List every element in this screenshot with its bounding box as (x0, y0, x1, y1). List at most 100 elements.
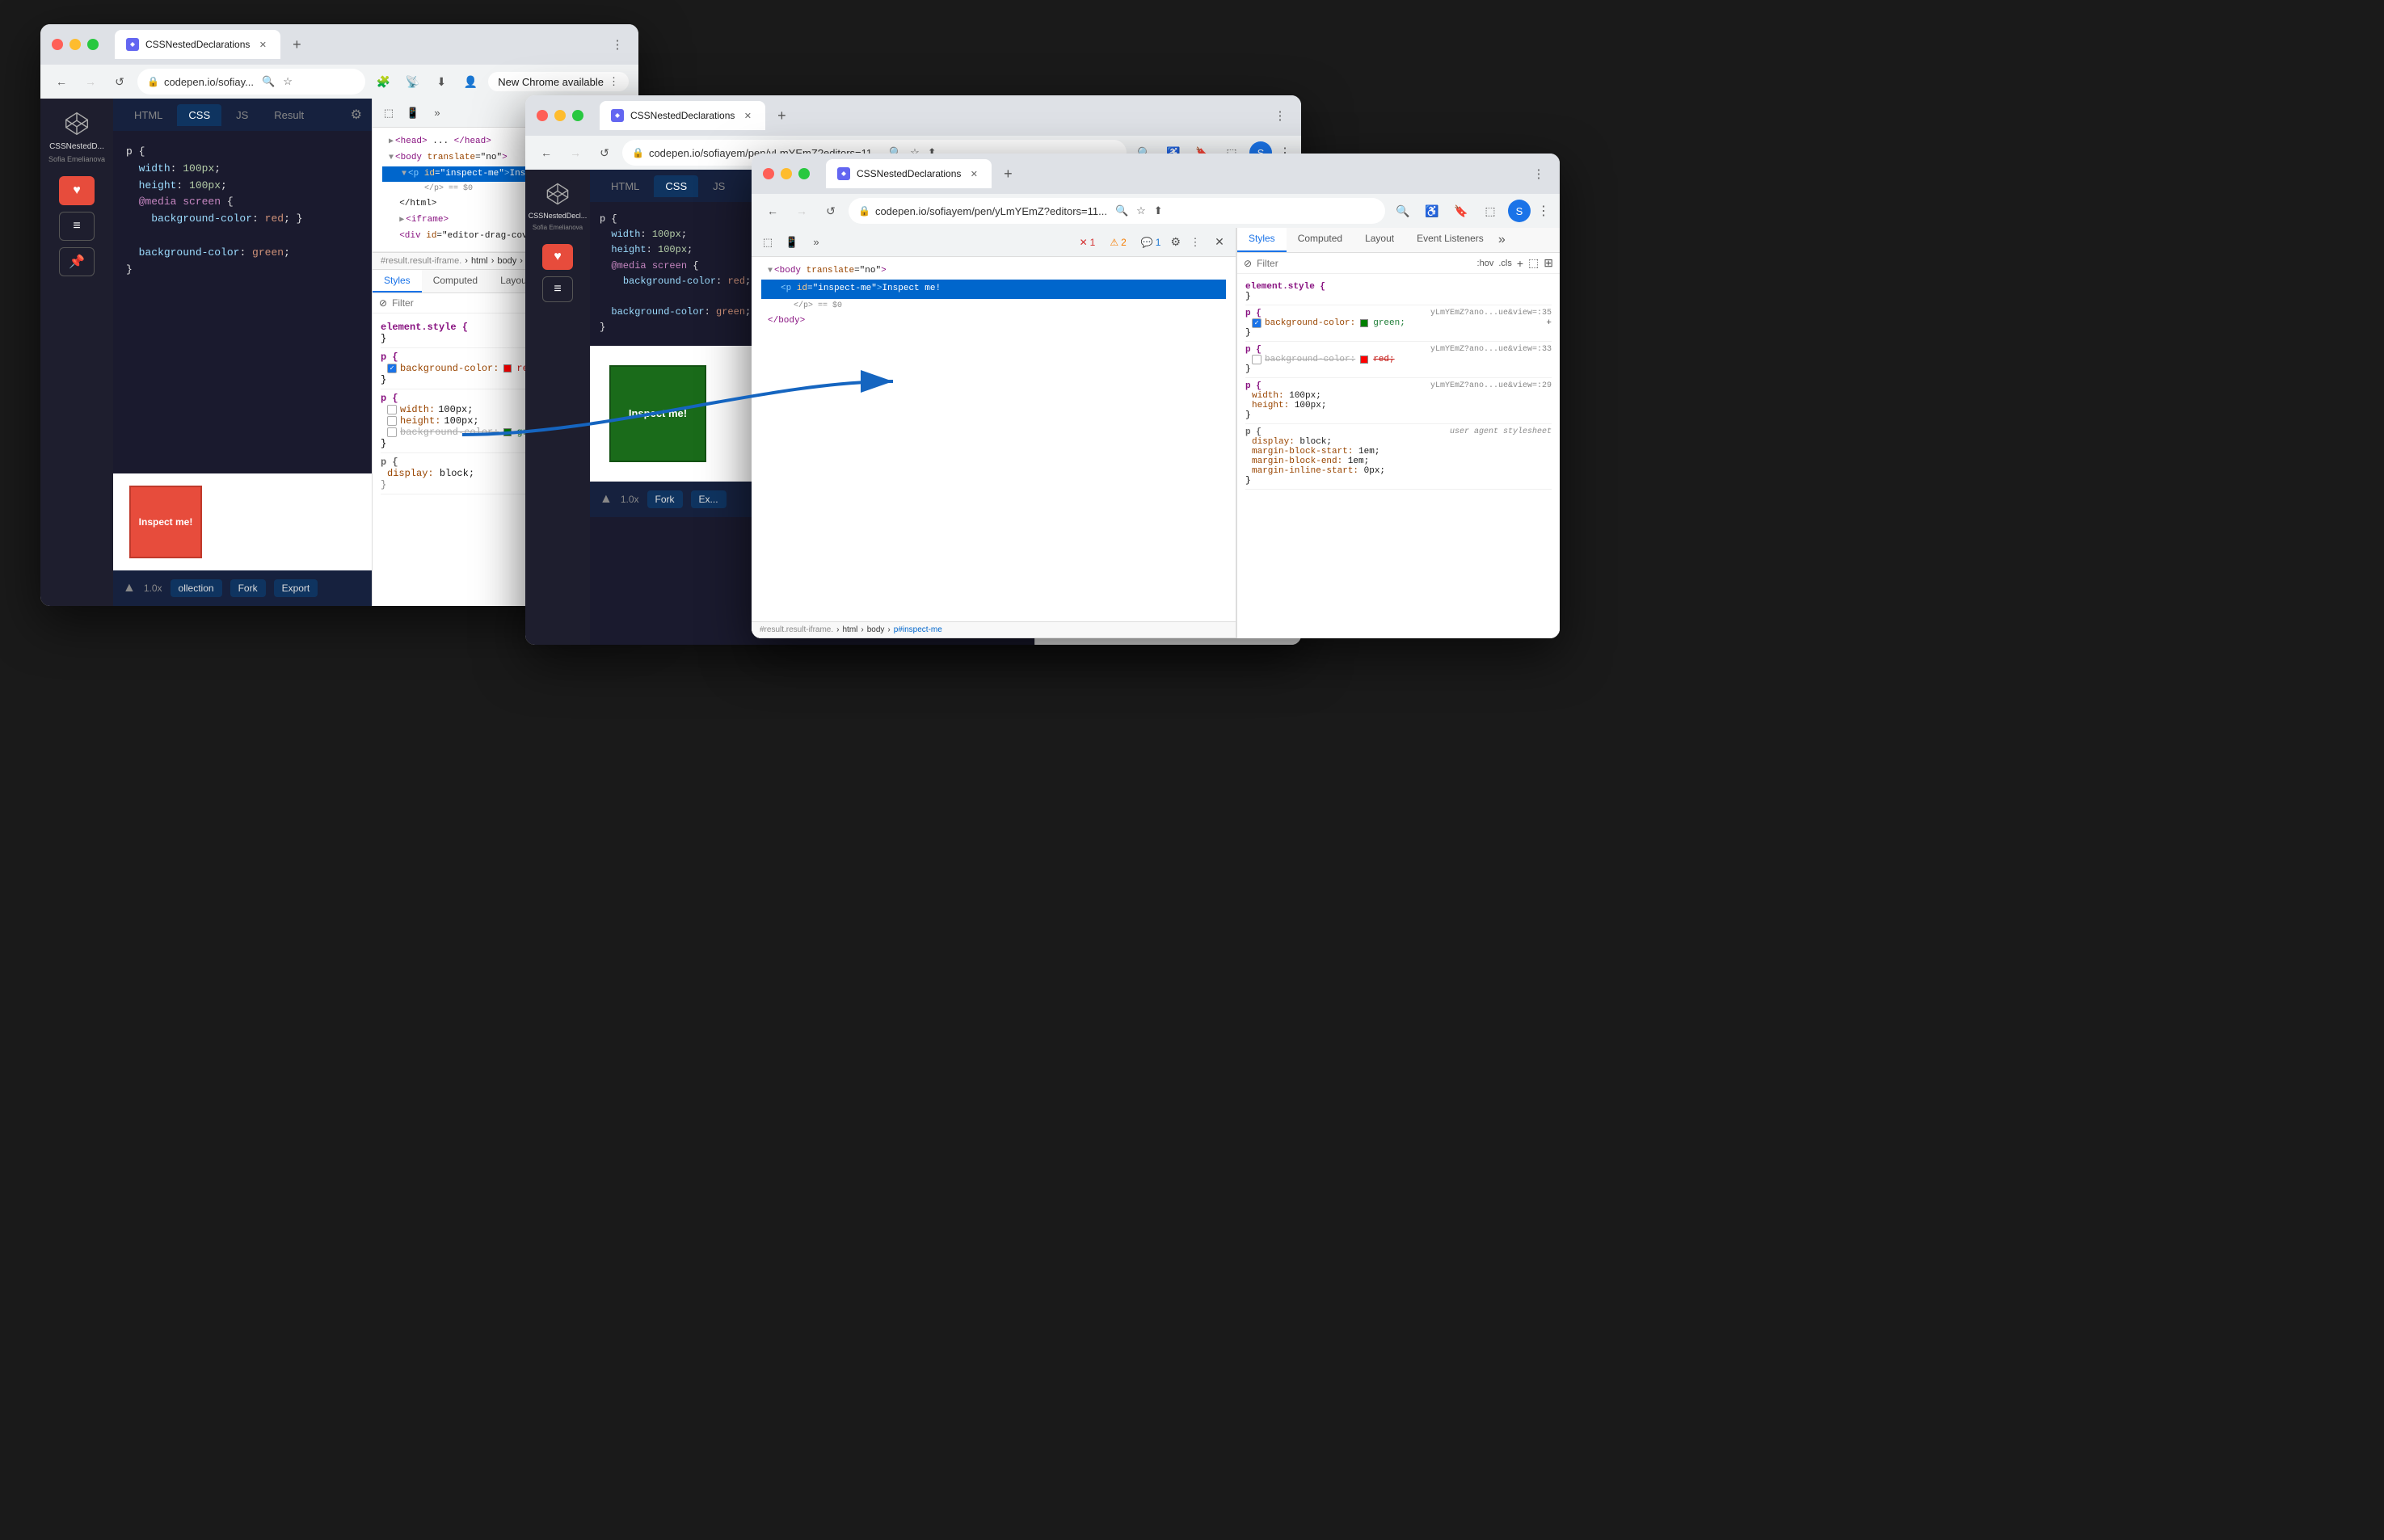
minimize-button[interactable] (69, 39, 81, 50)
inspect-icon[interactable]: ⬚ (379, 103, 398, 123)
reload-btn-1[interactable]: ↺ (108, 70, 131, 93)
tab-css-1[interactable]: CSS (177, 104, 221, 126)
star-icon[interactable]: ☆ (283, 75, 293, 88)
bc-item[interactable]: html (471, 256, 488, 266)
bc-html-3[interactable]: html (842, 625, 857, 634)
bc-item-3[interactable]: #result.result-iframe. (760, 625, 833, 634)
tab-computed-1[interactable]: Computed (422, 270, 489, 292)
kebab-icon-3[interactable]: ⋮ (1537, 203, 1550, 219)
maximize-button-2[interactable] (572, 110, 583, 121)
up-arrow-btn-1[interactable]: ▲ (123, 581, 136, 595)
back-btn-3[interactable]: ← (761, 200, 784, 222)
checkbox-bg-green-override[interactable] (387, 427, 397, 437)
tab-styles-3[interactable]: Styles (1237, 228, 1287, 252)
cls-hint-3[interactable]: .cls (1498, 259, 1512, 268)
more-tools-icon[interactable]: » (428, 103, 447, 123)
checkbox-3-green[interactable]: ✓ (1252, 318, 1261, 328)
window-controls-icon-2[interactable]: ⋮ (1270, 106, 1290, 125)
bookmark-icon-3[interactable]: 🔖 (1450, 200, 1472, 222)
window-controls-icon-3[interactable]: ⋮ (1529, 164, 1548, 183)
new-tab-button-3[interactable]: + (996, 162, 1019, 185)
cast-icon[interactable]: 📡 (401, 70, 423, 93)
checkbox-height[interactable] (387, 416, 397, 426)
more-tabs-3[interactable]: » (1495, 228, 1509, 252)
close-button-2[interactable] (537, 110, 548, 121)
up-arrow-btn-2[interactable]: ▲ (600, 492, 613, 507)
inspect-icon-3[interactable]: ⬚ (758, 233, 777, 252)
profile-icon[interactable]: 👤 (459, 70, 482, 93)
extensions-icon[interactable]: 🧩 (372, 70, 394, 93)
back-btn-2[interactable]: ← (535, 141, 558, 164)
layout-icon-3[interactable]: ⊞ (1544, 256, 1553, 270)
add-rule-3[interactable]: + (1517, 257, 1523, 270)
collection-btn-1[interactable]: ollection (171, 579, 222, 597)
tab-js-2[interactable]: JS (701, 175, 736, 197)
color-swatch-green[interactable] (503, 428, 512, 436)
forward-btn-1[interactable]: → (79, 70, 102, 93)
list-btn-2[interactable]: ≡ (542, 276, 573, 302)
back-btn-1[interactable]: ← (50, 70, 73, 93)
gear-icon-3[interactable]: ⚙ (1170, 235, 1181, 249)
address-bar-3[interactable]: 🔒 codepen.io/sofiayem/pen/yLmYEmZ?editor… (849, 198, 1385, 224)
warn-badge-3[interactable]: ⚠ 2 (1105, 235, 1131, 250)
tab-close-1[interactable]: ✕ (256, 38, 269, 51)
bc-active-3[interactable]: p#inspect-me (894, 625, 942, 634)
tree-line-3b selected[interactable]: <p id="inspect-me">Inspect me! (761, 280, 1226, 299)
address-bar-1[interactable]: 🔒 codepen.io/sofiay... 🔍 ☆ (137, 69, 365, 95)
tab-event-3[interactable]: Event Listeners (1405, 228, 1495, 252)
profile-avatar-3[interactable]: S (1508, 200, 1531, 222)
bc-body-3[interactable]: body (867, 625, 885, 634)
tab-js-1[interactable]: JS (225, 104, 259, 126)
save-icon-3[interactable]: ⬚ (1479, 200, 1502, 222)
device-icon[interactable]: 📱 (403, 103, 423, 123)
checkbox-3-red[interactable] (1252, 355, 1261, 364)
active-tab-2[interactable]: CSSNestedDeclarations ✕ (600, 101, 765, 130)
forward-btn-3[interactable]: → (790, 200, 813, 222)
zoom-icon-3[interactable]: 🔍 (1392, 200, 1414, 222)
star-icon-3[interactable]: ☆ (1136, 204, 1146, 217)
heart-btn-1[interactable]: ♥ (59, 176, 95, 205)
close-button[interactable] (52, 39, 63, 50)
share-icon-3[interactable]: ⬆ (1154, 204, 1163, 217)
css-editor-1[interactable]: p { width: 100px; height: 100px; @media … (113, 131, 372, 473)
info-badge-3[interactable]: 💬 1 (1136, 235, 1166, 250)
kebab-dt-3[interactable]: ⋮ (1186, 233, 1205, 252)
tab-layout-3[interactable]: Layout (1354, 228, 1405, 252)
forward-btn-2[interactable]: → (564, 141, 587, 164)
more-tools-icon-3[interactable]: » (807, 233, 826, 252)
checkbox-width[interactable] (387, 405, 397, 414)
checkbox-bg-red[interactable]: ✓ (387, 364, 397, 373)
download-icon[interactable]: ⬇ (430, 70, 453, 93)
add-prop-3[interactable]: + (1546, 318, 1552, 328)
export-btn-2[interactable]: Ex... (691, 490, 727, 508)
tab-html-1[interactable]: HTML (123, 104, 174, 126)
new-tab-button-1[interactable]: + (285, 33, 308, 56)
reload-btn-2[interactable]: ↺ (593, 141, 616, 164)
minimize-button-3[interactable] (781, 168, 792, 179)
active-tab-3[interactable]: CSSNestedDeclarations ✕ (826, 159, 992, 188)
close-dt-3[interactable]: ✕ (1210, 233, 1229, 252)
new-tab-button-2[interactable]: + (770, 104, 793, 127)
bc-item[interactable]: #result.result-iframe. (381, 256, 461, 266)
tab-styles-1[interactable]: Styles (373, 270, 422, 292)
copy-icon-3[interactable]: ⬚ (1528, 256, 1539, 270)
color-swatch-3-red[interactable] (1360, 356, 1368, 364)
tab-computed-3[interactable]: Computed (1287, 228, 1354, 252)
pin-btn-1[interactable]: 📌 (59, 247, 95, 276)
maximize-button-3[interactable] (798, 168, 810, 179)
minimize-button-2[interactable] (554, 110, 566, 121)
list-btn-1[interactable]: ≡ (59, 212, 95, 241)
maximize-button[interactable] (87, 39, 99, 50)
device-icon-3[interactable]: 📱 (782, 233, 802, 252)
hov-hint-3[interactable]: :hov (1477, 259, 1494, 268)
fork-btn-1[interactable]: Fork (230, 579, 266, 597)
error-badge-3[interactable]: ✕ 1 (1075, 235, 1101, 250)
heart-btn-2[interactable]: ♥ (542, 244, 573, 270)
tab-result-1[interactable]: Result (263, 104, 315, 126)
color-swatch-3-green[interactable] (1360, 319, 1368, 327)
fork-btn-2[interactable]: Fork (647, 490, 683, 508)
tab-css-2[interactable]: CSS (654, 175, 698, 197)
filter-input-3[interactable] (1257, 258, 1472, 269)
settings-icon-1[interactable]: ⚙ (351, 107, 362, 123)
tab-html-2[interactable]: HTML (600, 175, 651, 197)
